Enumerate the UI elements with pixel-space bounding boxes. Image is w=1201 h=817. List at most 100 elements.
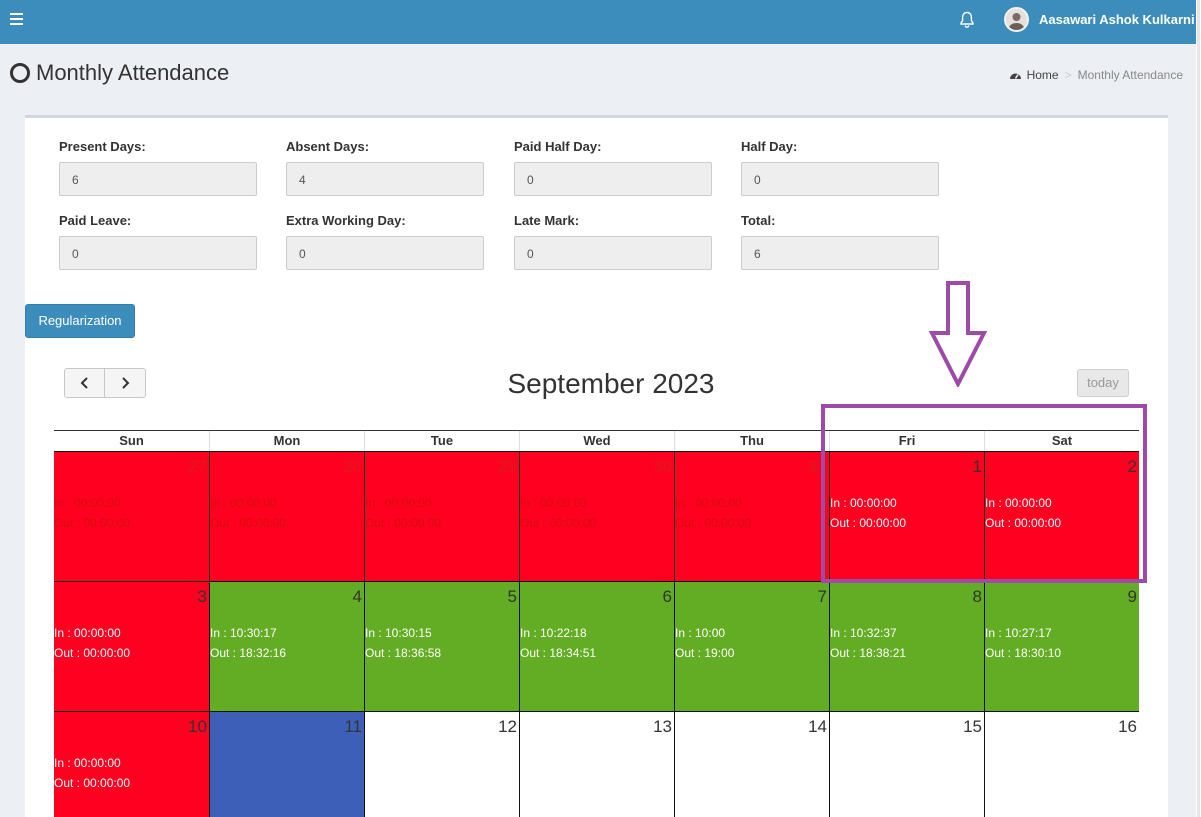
notification-bell-icon[interactable] bbox=[959, 11, 975, 29]
punch-out-time: Out : 18:36:58 bbox=[365, 646, 442, 660]
calendar-day-cell[interactable]: 10 In : 00:00:00 Out : 00:00:00 bbox=[54, 711, 209, 817]
punch-in-time: In : 00:00:00 bbox=[54, 756, 121, 770]
present-days-field: Present Days: 6 bbox=[59, 139, 257, 196]
regularization-button[interactable]: Regularization bbox=[25, 304, 135, 338]
day-number: 27 bbox=[188, 457, 207, 476]
calendar-day-cell[interactable]: 29 In : 00:00:00 Out : 00:00:00 bbox=[364, 451, 519, 581]
punch-in-time: In : 10:30:17 bbox=[210, 626, 277, 640]
punch-in-time: In : 10:27:17 bbox=[985, 626, 1052, 640]
calendar-day-cell[interactable]: 31 In : 00:00:00 Out : 00:00:00 bbox=[674, 451, 829, 581]
page-title-text: Monthly Attendance bbox=[36, 60, 230, 85]
absent-days-field: Absent Days: 4 bbox=[286, 139, 484, 196]
calendar-day-cell[interactable]: 28 In : 00:00:00 Out : 00:00:00 bbox=[209, 451, 364, 581]
half-day-field: Half Day: 0 bbox=[741, 139, 939, 196]
punch-in-time: In : 00:00:00 bbox=[54, 626, 121, 640]
calendar-day-cell[interactable]: 8 In : 10:32:37 Out : 18:38:21 bbox=[829, 581, 984, 711]
absent-days-label: Absent Days: bbox=[286, 139, 370, 154]
calendar-day-cell[interactable]: 7 In : 10:00 Out : 19:00 bbox=[674, 581, 829, 711]
day-number: 12 bbox=[498, 717, 517, 736]
late-mark-label: Late Mark: bbox=[514, 213, 580, 228]
punch-in-time: In : 10:32:37 bbox=[830, 626, 897, 640]
total-label: Total: bbox=[741, 213, 776, 228]
day-number: 9 bbox=[1127, 587, 1137, 606]
day-number: 28 bbox=[343, 457, 362, 476]
breadcrumb-current: Monthly Attendance bbox=[1077, 68, 1183, 82]
scrollbar-thumb[interactable] bbox=[1197, 0, 1200, 817]
half-day-input[interactable]: 0 bbox=[741, 162, 939, 196]
calendar-day-cell[interactable]: 13 bbox=[519, 711, 674, 817]
paid-half-day-input[interactable]: 0 bbox=[514, 162, 712, 196]
breadcrumb-home[interactable]: Home bbox=[1009, 68, 1059, 82]
punch-out-time: Out : 00:00:00 bbox=[365, 516, 442, 530]
circle-icon bbox=[10, 63, 30, 83]
calendar-week-1: 27 In : 00:00:00 Out : 00:00:00 28 In : 00:… bbox=[54, 451, 1139, 581]
extra-working-day-input[interactable]: 0 bbox=[286, 236, 484, 270]
punch-out-time: Out : 00:00:00 bbox=[985, 516, 1062, 530]
punch-in-time: In : 00:00:00 bbox=[520, 496, 587, 510]
calendar-day-cell[interactable]: 9 In : 10:27:17 Out : 18:30:10 bbox=[984, 581, 1139, 711]
calendar-week-3: 10 In : 00:00:00 Out : 00:00:00 11 12 13 1… bbox=[54, 711, 1139, 817]
weekday-mon: Mon bbox=[209, 431, 364, 451]
punch-out-time: Out : 00:00:00 bbox=[54, 516, 131, 530]
user-name[interactable]: Aasawari Ashok Kulkarni bbox=[1039, 12, 1195, 27]
day-number: 15 bbox=[963, 717, 982, 736]
calendar-day-cell[interactable]: 4 In : 10:30:17 Out : 18:32:16 bbox=[209, 581, 364, 711]
day-number: 16 bbox=[1118, 717, 1137, 736]
calendar-grid: Sun Mon Tue Wed Thu Fri Sat 27 In : 00:00… bbox=[54, 430, 1139, 817]
day-number: 31 bbox=[808, 457, 827, 476]
punch-in-time: In : 00:00:00 bbox=[54, 496, 121, 510]
calendar-day-cell[interactable]: 30 In : 00:00:00 Out : 00:00:00 bbox=[519, 451, 674, 581]
punch-in-time: In : 00:00:00 bbox=[985, 496, 1052, 510]
paid-leave-input[interactable]: 0 bbox=[59, 236, 257, 270]
punch-out-time: Out : 18:38:21 bbox=[830, 646, 907, 660]
absent-days-input[interactable]: 4 bbox=[286, 162, 484, 196]
calendar-month-title: September 2023 bbox=[507, 368, 715, 399]
calendar-day-cell[interactable]: 3 In : 00:00:00 Out : 00:00:00 bbox=[54, 581, 209, 711]
calendar-day-cell[interactable]: 16 bbox=[984, 711, 1139, 817]
calendar-day-cell-today[interactable]: 11 bbox=[209, 711, 364, 817]
day-number: 30 bbox=[653, 457, 672, 476]
day-number: 7 bbox=[817, 587, 827, 606]
punch-out-time: Out : 18:30:10 bbox=[985, 646, 1062, 660]
late-mark-field: Late Mark: 0 bbox=[514, 213, 712, 270]
punch-in-time: In : 10:22:18 bbox=[520, 626, 587, 640]
day-number: 6 bbox=[662, 587, 672, 606]
weekday-wed: Wed bbox=[519, 431, 674, 451]
weekday-fri: Fri bbox=[829, 431, 984, 451]
punch-out-time: Out : 18:34:51 bbox=[520, 646, 597, 660]
day-number: 13 bbox=[653, 717, 672, 736]
calendar-day-cell[interactable]: 15 bbox=[829, 711, 984, 817]
day-number: 4 bbox=[352, 587, 362, 606]
down-arrow-annotation-icon bbox=[929, 281, 987, 387]
punch-out-time: Out : 00:00:00 bbox=[675, 516, 752, 530]
punch-out-time: Out : 00:00:00 bbox=[54, 776, 131, 790]
calendar-header-row: Sun Mon Tue Wed Thu Fri Sat bbox=[54, 430, 1139, 451]
calendar-day-cell[interactable]: 14 bbox=[674, 711, 829, 817]
dashboard-icon bbox=[1009, 73, 1021, 79]
breadcrumb-home-label: Home bbox=[1026, 68, 1059, 82]
total-input[interactable]: 6 bbox=[741, 236, 939, 270]
today-button[interactable]: today bbox=[1077, 369, 1129, 397]
user-avatar[interactable] bbox=[1004, 7, 1029, 32]
day-number: 2 bbox=[1127, 457, 1137, 476]
punch-in-time: In : 00:00:00 bbox=[210, 496, 277, 510]
late-mark-input[interactable]: 0 bbox=[514, 236, 712, 270]
present-days-input[interactable]: 6 bbox=[59, 162, 257, 196]
paid-leave-label: Paid Leave: bbox=[59, 213, 132, 228]
calendar-day-cell[interactable]: 6 In : 10:22:18 Out : 18:34:51 bbox=[519, 581, 674, 711]
calendar-day-cell[interactable]: 2 In : 00:00:00 Out : 00:00:00 bbox=[984, 451, 1139, 581]
calendar-day-cell[interactable]: 27 In : 00:00:00 Out : 00:00:00 bbox=[54, 451, 209, 581]
punch-in-time: In : 10:00 bbox=[675, 626, 726, 640]
calendar-day-cell[interactable]: 1 In : 00:00:00 Out : 00:00:00 bbox=[829, 451, 984, 581]
menu-toggle-icon[interactable] bbox=[10, 13, 23, 25]
punch-out-time: Out : 00:00:00 bbox=[54, 646, 131, 660]
half-day-label: Half Day: bbox=[741, 139, 798, 154]
punch-in-time: In : 10:30:15 bbox=[365, 626, 432, 640]
page-title: Monthly Attendance bbox=[10, 60, 229, 86]
day-number: 8 bbox=[972, 587, 982, 606]
day-number: 11 bbox=[344, 717, 362, 736]
calendar-day-cell[interactable]: 5 In : 10:30:15 Out : 18:36:58 bbox=[364, 581, 519, 711]
paid-half-day-field: Paid Half Day: 0 bbox=[514, 139, 712, 196]
calendar-day-cell[interactable]: 12 bbox=[364, 711, 519, 817]
day-number: 3 bbox=[197, 587, 207, 606]
